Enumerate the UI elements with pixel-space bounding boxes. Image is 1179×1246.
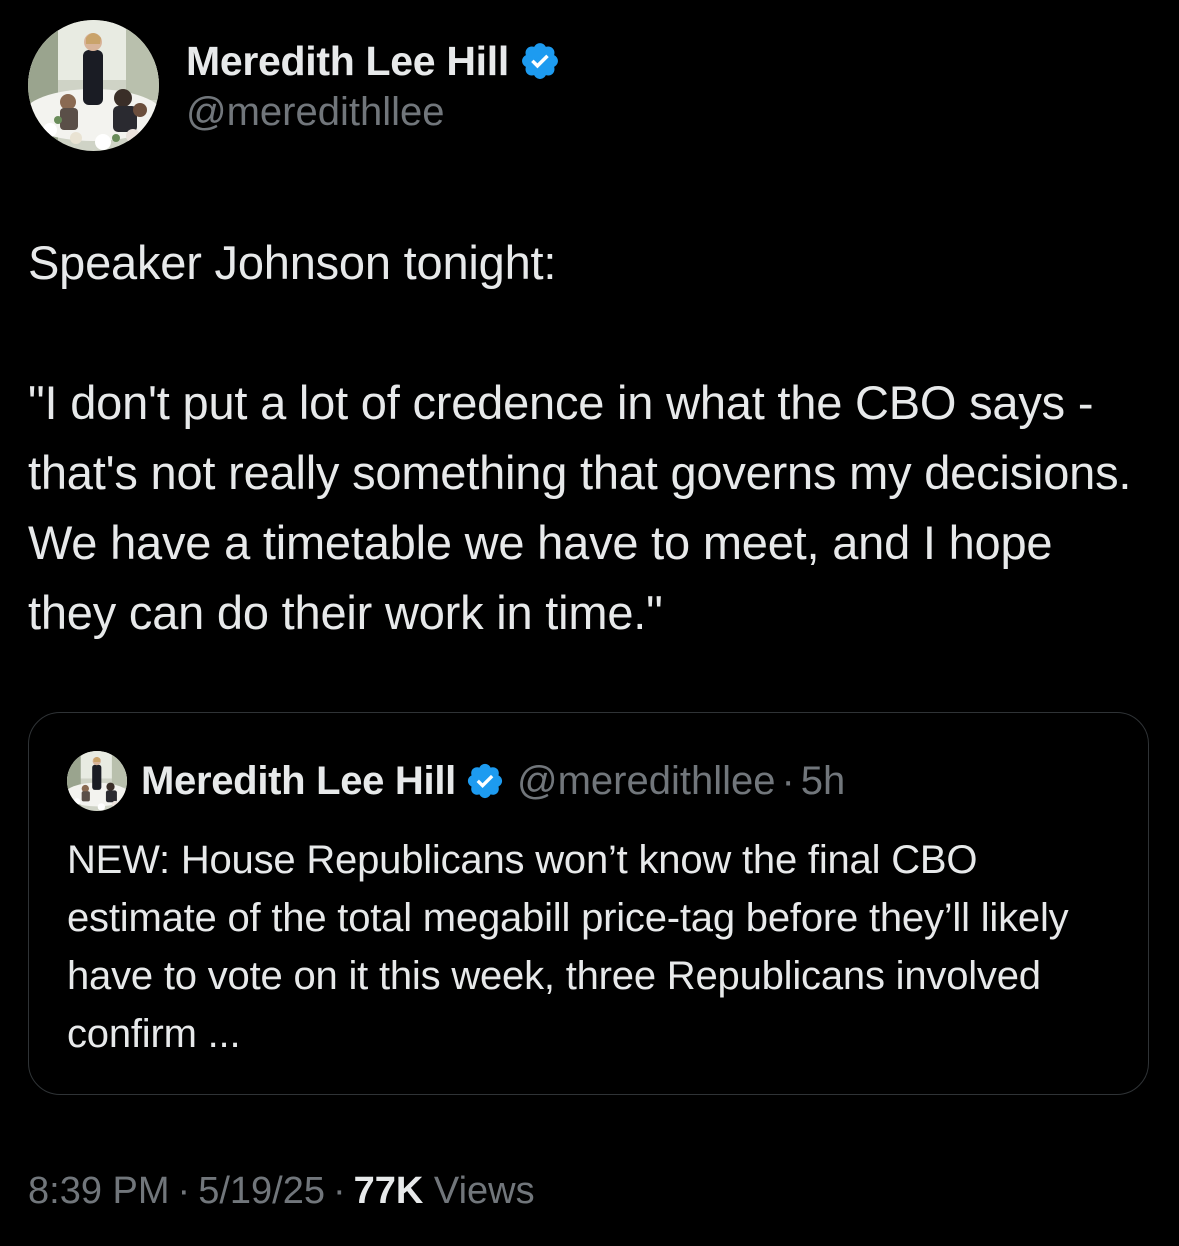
meta-separator: · <box>177 1170 191 1212</box>
quoted-verified-badge-icon <box>467 763 503 799</box>
avatar-photo <box>28 20 159 151</box>
verified-badge-icon[interactable] <box>519 40 561 82</box>
tweet-time[interactable]: 8:39 PM <box>28 1170 170 1212</box>
quoted-author-avatar <box>67 751 127 811</box>
author-handle[interactable]: @meredithllee <box>186 90 561 135</box>
meta-separator: · <box>332 1170 346 1212</box>
quoted-tweet-header: Meredith Lee Hill @meredithllee · 5h <box>67 751 845 811</box>
tweet-date[interactable]: 5/19/25 <box>198 1170 325 1212</box>
quoted-author-handle: @meredithllee <box>516 758 776 803</box>
author-name-row: Meredith Lee Hill <box>186 38 561 84</box>
tweet-header: Meredith Lee Hill @meredithllee <box>28 20 561 151</box>
tweet-quote-text: "I don't put a lot of credence in what t… <box>28 376 1145 639</box>
quoted-separator: · <box>781 758 795 803</box>
author-avatar[interactable] <box>28 20 159 151</box>
tweet-body: Speaker Johnson tonight: "I don't put a … <box>28 228 1148 648</box>
views-label: Views <box>433 1170 535 1212</box>
tweet-intro-text: Speaker Johnson tonight: <box>28 236 557 289</box>
author-info: Meredith Lee Hill @meredithllee <box>186 38 561 135</box>
quoted-tweet-age: 5h <box>800 758 846 803</box>
quoted-avatar-photo <box>67 751 127 811</box>
author-display-name[interactable]: Meredith Lee Hill <box>186 38 509 85</box>
quoted-tweet-text: NEW: House Republicans won’t know the fi… <box>67 838 1069 1056</box>
tweet-meta: 8:39 PM · 5/19/25 · 77K Views <box>28 1170 535 1213</box>
quoted-tweet-card[interactable]: Meredith Lee Hill @meredithllee · 5h NEW… <box>28 712 1149 1095</box>
views-count[interactable]: 77K <box>354 1170 424 1212</box>
quoted-author-display-name: Meredith Lee Hill <box>141 758 456 803</box>
